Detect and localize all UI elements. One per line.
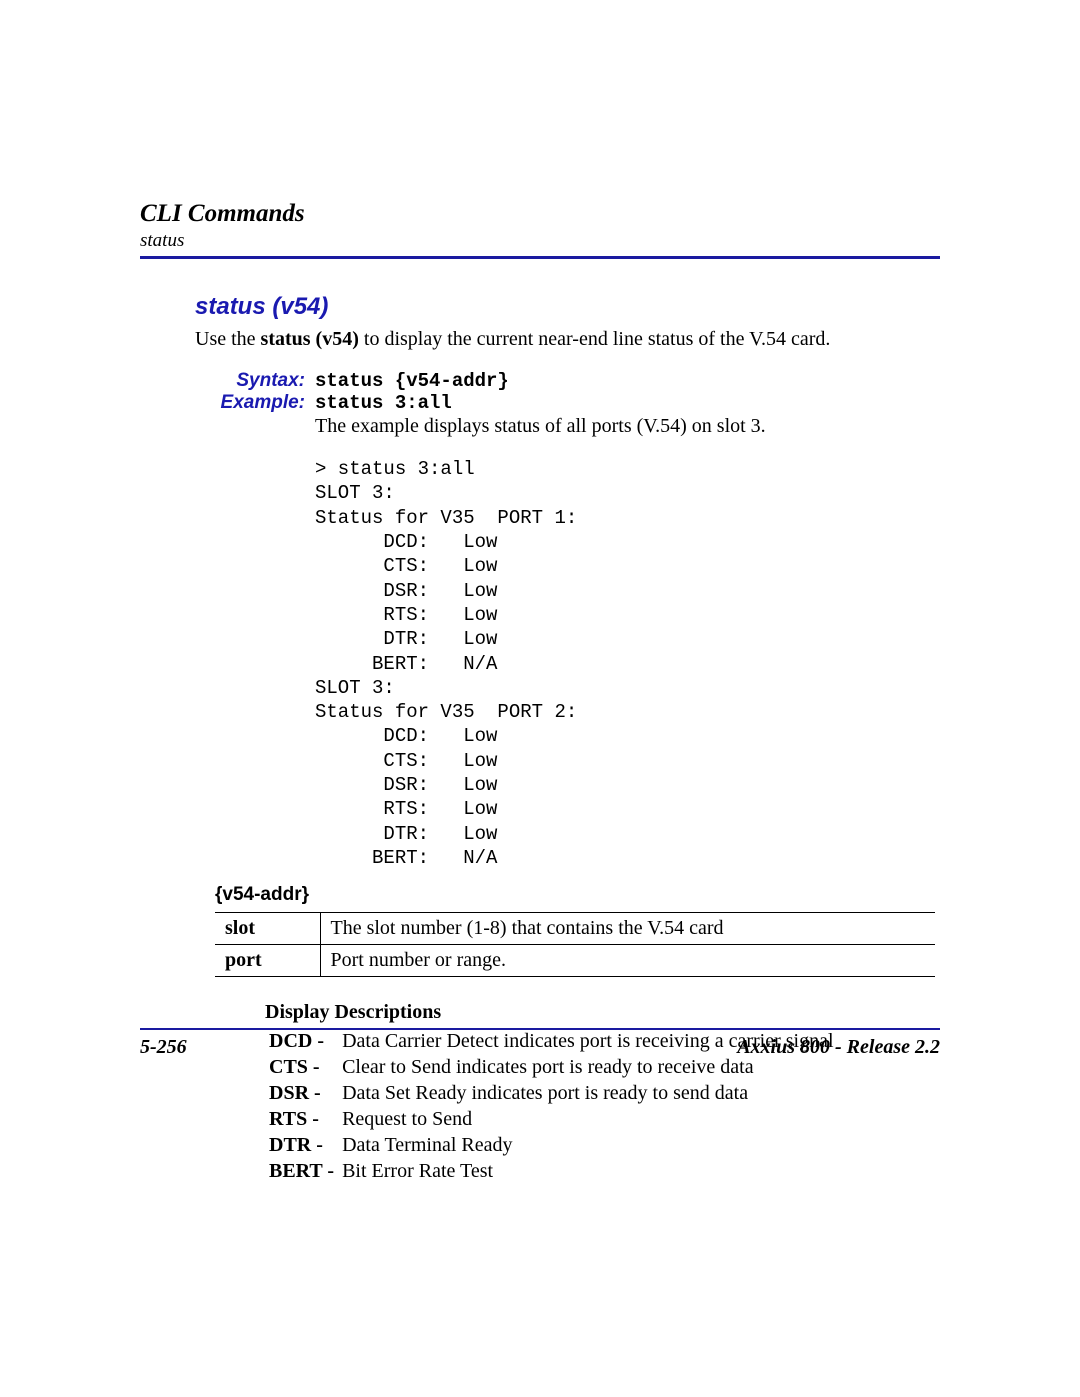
list-item: BERT -Bit Error Rate Test [265, 1158, 838, 1184]
syntax-label: Syntax: [215, 370, 305, 392]
syntax-example-block: Syntax: status {v54-addr} Example: statu… [215, 370, 940, 870]
table-row: port Port number or range. [215, 945, 935, 977]
chapter-title: CLI Commands [140, 200, 940, 228]
chapter-subtitle: status [140, 230, 940, 252]
table-row: slot The slot number (1-8) that contains… [215, 913, 935, 945]
desc-text: Request to Send [338, 1106, 837, 1132]
param-desc: Port number or range. [320, 945, 935, 977]
example-description: The example displays status of all ports… [315, 414, 940, 439]
product-release: Axxius 800 - Release 2.2 [737, 1036, 940, 1059]
param-desc: The slot number (1-8) that contains the … [320, 913, 935, 945]
example-value: status 3:all [315, 392, 452, 414]
page-footer: 5-256 Axxius 800 - Release 2.2 [140, 1028, 940, 1059]
param-table: slot The slot number (1-8) that contains… [215, 912, 935, 977]
desc-abbr: RTS [269, 1108, 307, 1130]
intro-post: to display the current near-end line sta… [359, 328, 831, 350]
syntax-value: status {v54-addr} [315, 370, 509, 392]
desc-abbr: DTR [269, 1134, 311, 1156]
desc-text: Data Set Ready indicates port is ready t… [338, 1080, 837, 1106]
desc-abbr: DSR [269, 1082, 309, 1104]
header-rule [140, 256, 940, 259]
syntax-line: Syntax: status {v54-addr} [215, 370, 940, 392]
desc-abbr: BERT [269, 1160, 322, 1182]
display-desc-heading: Display Descriptions [265, 1001, 940, 1024]
list-item: DTR -Data Terminal Ready [265, 1132, 838, 1158]
intro-bold: status (v54) [261, 328, 359, 350]
list-item: RTS -Request to Send [265, 1106, 838, 1132]
page-number: 5-256 [140, 1036, 187, 1059]
param-key: slot [215, 913, 320, 945]
terminal-output: > status 3:all SLOT 3: Status for V35 PO… [315, 457, 940, 870]
command-intro: Use the status (v54) to display the curr… [195, 327, 940, 352]
intro-pre: Use the [195, 328, 261, 350]
footer-row: 5-256 Axxius 800 - Release 2.2 [140, 1036, 940, 1059]
list-item: DSR -Data Set Ready indicates port is re… [265, 1080, 838, 1106]
desc-abbr: CTS [269, 1056, 308, 1078]
footer-rule [140, 1028, 940, 1030]
desc-text: Bit Error Rate Test [338, 1158, 837, 1184]
example-label: Example: [215, 392, 305, 414]
command-title: status (v54) [195, 293, 940, 321]
desc-text: Data Terminal Ready [338, 1132, 837, 1158]
param-key: port [215, 945, 320, 977]
example-line: Example: status 3:all [215, 392, 940, 414]
param-heading: {v54-addr} [215, 884, 940, 906]
